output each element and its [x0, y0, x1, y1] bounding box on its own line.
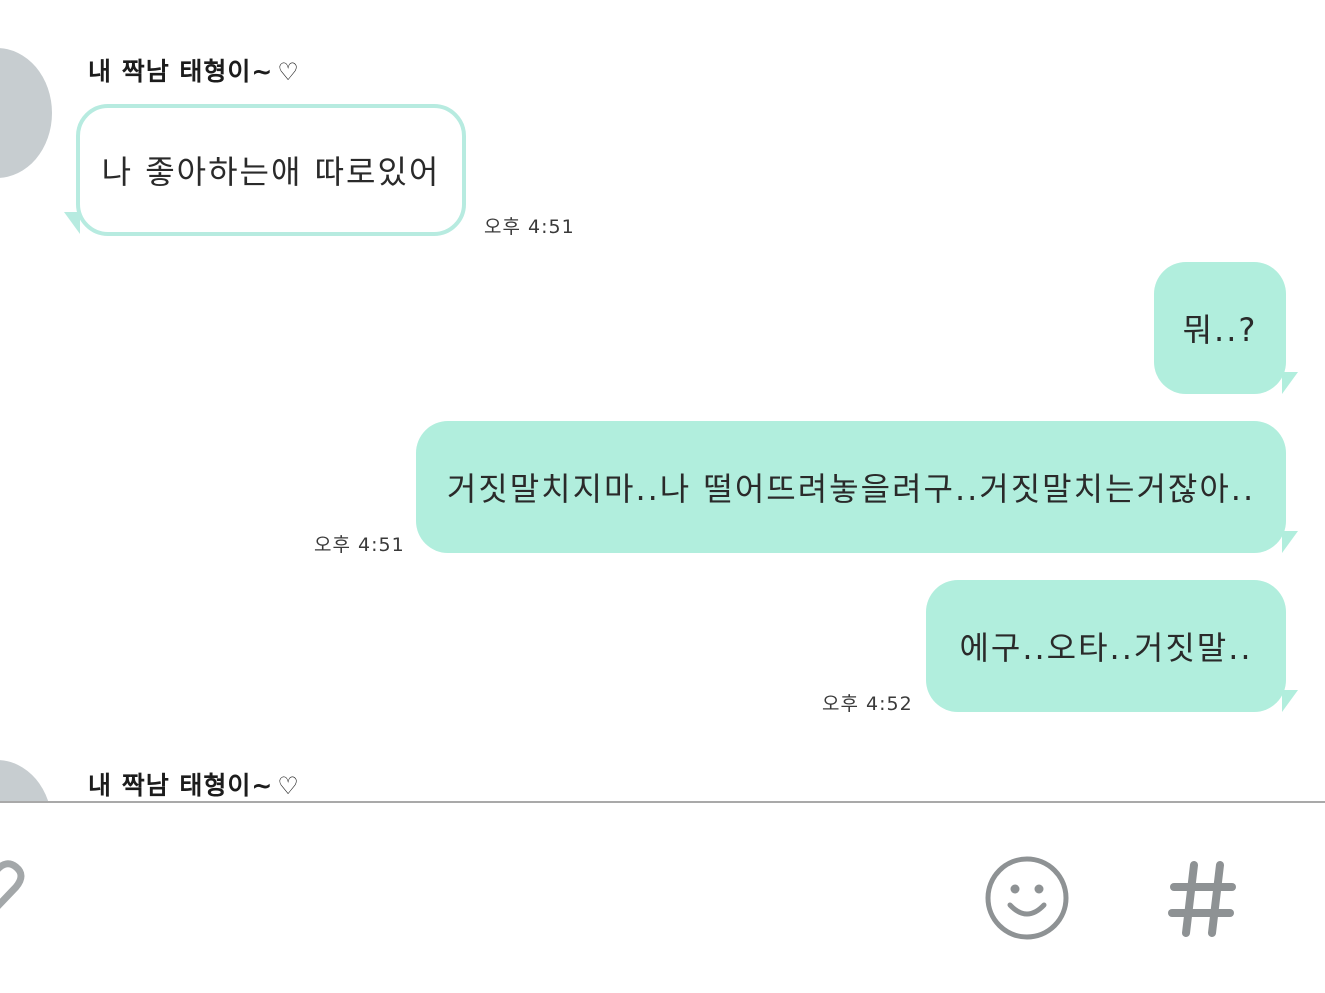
bubble-tail	[1282, 531, 1298, 553]
message-text: 에구..오타..거짓말..	[959, 629, 1253, 667]
message-timestamp: 오후 4:51	[314, 534, 405, 556]
smiley-icon[interactable]	[982, 853, 1072, 943]
bubble-tail	[1282, 690, 1298, 712]
attach-icon[interactable]	[0, 857, 30, 937]
message-text: 나 좋아하는애 따로있어	[101, 153, 441, 191]
sender-name: 내 짝남 태형이~ ♡	[88, 52, 300, 88]
hashtag-icon[interactable]	[1168, 857, 1238, 941]
heart-icon: ♡	[277, 58, 300, 86]
avatar[interactable]	[0, 760, 52, 802]
message-text: 거짓말치지마..나 떨어뜨려놓을려구..거짓말치는거잖아..	[446, 470, 1256, 508]
message-timestamp: 오후 4:51	[484, 216, 575, 238]
message-bubble-outgoing[interactable]: 거짓말치지마..나 떨어뜨려놓을려구..거짓말치는거잖아..	[416, 421, 1286, 553]
sender-name: 내 짝남 태형이~ ♡	[88, 766, 300, 802]
message-bubble-outgoing[interactable]: 뭐..?	[1154, 262, 1286, 394]
bubble-tail	[1282, 372, 1298, 394]
message-text: 뭐..?	[1182, 311, 1258, 349]
heart-icon: ♡	[277, 772, 300, 800]
chat-area[interactable]: 내 짝남 태형이~ ♡ 나 좋아하는애 따로있어 오후 4:51 뭐..? 거짓말…	[0, 0, 1325, 802]
sender-name-text: 내 짝남 태형이~	[88, 771, 274, 800]
message-input-bar[interactable]	[0, 803, 1325, 993]
message-timestamp: 오후 4:52	[822, 693, 913, 715]
message-bubble-outgoing[interactable]: 에구..오타..거짓말..	[926, 580, 1286, 712]
message-bubble-incoming[interactable]: 나 좋아하는애 따로있어	[76, 104, 466, 236]
avatar[interactable]	[0, 48, 52, 178]
sender-name-text: 내 짝남 태형이~	[88, 57, 274, 86]
